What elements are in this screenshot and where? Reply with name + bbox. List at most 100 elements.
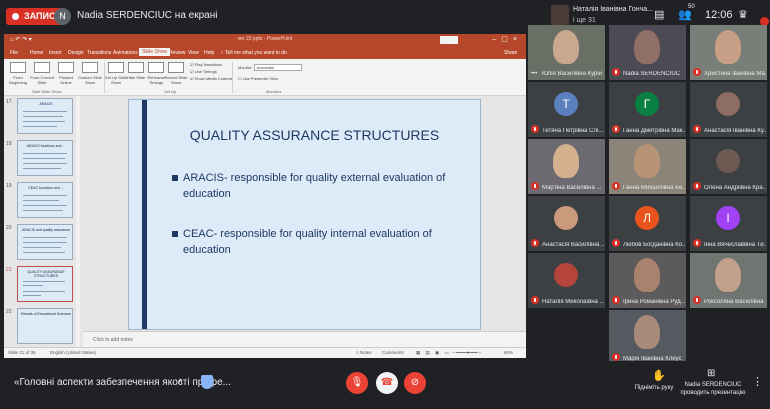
participant-tile[interactable]: Мар'яна Василівна ... [528, 139, 605, 194]
participant-tile[interactable]: Г Ганна Дмитрівна Мак... [609, 82, 686, 137]
thumbnail-20[interactable]: 20 ARACIS and quality assurance [4, 222, 80, 264]
tab-slide-show[interactable]: Slide Show [139, 48, 171, 56]
participant-initial: І [716, 206, 740, 230]
participant-name: Любов Богданівна Ко... [623, 242, 685, 248]
group-set-up: Set Up [164, 89, 177, 94]
custom-show-icon[interactable] [82, 62, 98, 73]
more-vert-icon[interactable]: ⋮ [752, 375, 763, 388]
window-controls[interactable]: –▢× [492, 35, 522, 43]
shield-icon[interactable] [201, 375, 213, 389]
presenter-status: проводить презентацію [680, 390, 746, 396]
status-comments[interactable]: Comments [382, 350, 404, 355]
participant-video [634, 315, 660, 349]
participant-tile[interactable]: Л Любов Богданівна Ко... [609, 196, 686, 251]
from-current-icon[interactable] [34, 62, 50, 73]
from-beginning-label: From Beginning [9, 75, 27, 85]
participant-tile[interactable]: Nadia SERDENCIUC [609, 25, 686, 80]
participant-tile[interactable]: І Інна Вячеславівна Ти... [690, 196, 767, 251]
participant-avatar [716, 149, 740, 173]
use-timings-check[interactable]: ☑ Use Timings [190, 69, 217, 74]
status-language[interactable]: English (United States) [50, 350, 96, 355]
tab-help[interactable]: Help [204, 50, 214, 56]
status-zoom[interactable]: 60% [504, 350, 513, 355]
slide-canvas: QUALITY ASSURANCE STRUCTURES ARACIS- res… [83, 96, 526, 347]
participant-name: Інна Вячеславівна Ти... [704, 242, 766, 248]
monitor-select[interactable]: Monitor: Automatic [238, 64, 302, 71]
slide-bullet-2: CEAC- responsible for quality internal e… [172, 226, 462, 258]
group-monitors: Monitors [266, 89, 282, 94]
participant-tile[interactable]: Марія Іванівна Клеус [609, 310, 686, 365]
status-notes[interactable]: ≡ Notes [356, 350, 372, 355]
present-icon[interactable]: ⊞ [707, 368, 715, 379]
mic-off-button[interactable]: 🎙 [346, 372, 368, 394]
muted-mic-icon [612, 125, 620, 133]
record-icon[interactable] [168, 62, 184, 73]
thumb-number: 21 [6, 267, 12, 273]
presenter-view-check[interactable]: ☐ Use Presenter View [238, 76, 278, 81]
tab-home[interactable]: Home [30, 50, 43, 56]
current-slide[interactable]: QUALITY ASSURANCE STRUCTURES ARACIS- res… [128, 99, 481, 330]
participant-tile[interactable]: Ірина Романівна Руд... [609, 253, 686, 308]
tab-animations[interactable]: Animations [113, 50, 138, 56]
participant-avatar [716, 92, 740, 116]
thumbnail-22[interactable]: 22 Results of Educational Sciences [4, 306, 80, 348]
tab-file[interactable]: File [10, 50, 18, 56]
from-beginning-icon[interactable] [10, 62, 26, 73]
chevron-up-icon[interactable]: ∧ [177, 376, 184, 387]
bullet-text: ARACIS- responsible for quality external… [183, 172, 446, 200]
tab-insert[interactable]: Insert [49, 50, 62, 56]
thumbnail-17[interactable]: 17 ARACIS [4, 96, 80, 138]
raise-hand-icon[interactable]: ✋ [652, 369, 666, 382]
captions-icon[interactable]: ▤ [654, 8, 664, 21]
notes-pane[interactable]: Click to add notes [83, 331, 526, 347]
monitor-value[interactable]: Automatic [253, 64, 302, 71]
raise-hand-label[interactable]: Підніміть руку [630, 385, 678, 391]
custom-show-label: Custom Slide Show [78, 75, 102, 85]
rehearse-icon[interactable] [148, 62, 164, 73]
tab-design[interactable]: Design [68, 50, 84, 56]
participant-tile[interactable]: Анастасія Василівна ... [528, 196, 605, 251]
end-call-button[interactable]: ☎ [376, 372, 398, 394]
tab-view[interactable]: View [188, 50, 199, 56]
hide-slide-icon[interactable] [128, 62, 144, 73]
play-narrations-check[interactable]: ☑ Play Narrations [190, 62, 222, 67]
present-online-icon[interactable] [58, 62, 74, 73]
participant-tile[interactable]: Роксоляна Василівна ... [690, 253, 767, 308]
tile-menu-icon[interactable]: ••• [531, 71, 537, 77]
presenter-title: Nadia SERDENCIUC на екрані [77, 10, 218, 21]
account-button[interactable] [440, 36, 458, 44]
meeting-name[interactable]: «Головні аспекти забезпечення якості про… [14, 377, 231, 388]
muted-mic-icon [531, 125, 539, 133]
share-button[interactable]: Share [504, 50, 517, 56]
participant-tile[interactable]: Наталія Миколаївна ... [528, 253, 605, 308]
participant-tile[interactable]: Анастасія Іванівна Ку... [690, 82, 767, 137]
tell-me-search[interactable]: ♀ Tell me what you want to do [220, 50, 287, 56]
participant-name: Юлія Василівна Курій [542, 71, 603, 77]
participant-tile[interactable]: ••• Юлія Василівна Курій [528, 25, 605, 80]
muted-mic-icon [693, 68, 701, 76]
tab-review[interactable]: Review [169, 50, 185, 56]
thumbnail-scrollbar[interactable] [76, 96, 80, 347]
thumbnail-21-selected[interactable]: 21 QUALITY ASSURANCE STRUCTURES [4, 264, 80, 306]
thumbnail-18[interactable]: 18 ARACIS functions and ... [4, 138, 80, 180]
participant-grid: ••• Юлія Василівна Курій Nadia SERDENCIUC Х… [527, 25, 770, 365]
tab-transitions[interactable]: Transitions [87, 50, 111, 56]
participant-name: Роксоляна Василівна ... [704, 299, 766, 305]
participant-name: Мар'яна Василівна ... [542, 185, 602, 191]
participant-tile[interactable]: Христина Іванівна Ма... [690, 25, 767, 80]
ribbon: From Beginning From Current Slide Presen… [4, 59, 526, 96]
participant-tile[interactable]: Т Тетяна Петрівна Слі... [528, 82, 605, 137]
zoom-slider[interactable]: – ━━━━●━━━ + [452, 350, 481, 356]
media-controls-check[interactable]: ☑ Show Media Controls [190, 76, 233, 81]
thumbnail-19[interactable]: 19 CEAC functions and ... [4, 180, 80, 222]
slide-thumbnails: 17 ARACIS 18 ARACIS functions and ... 19… [4, 96, 80, 347]
participant-tile[interactable]: Олена Андріївна Кра... [690, 139, 767, 194]
camera-off-button[interactable]: ⊘ [404, 372, 426, 394]
presenter-label[interactable]: Nadia SERDENCIUC проводить презентацію [680, 381, 746, 397]
group-start-slide-show: Start Slide Show [32, 89, 62, 94]
set-up-icon[interactable] [108, 62, 124, 73]
participant-tile[interactable]: Ганна Михайлівна Бе... [609, 139, 686, 194]
view-buttons[interactable]: ▦ ▤ ▣ ▭ [416, 350, 451, 356]
muted-mic-icon [612, 68, 620, 76]
play-narrations-label: Play Narrations [194, 62, 223, 67]
